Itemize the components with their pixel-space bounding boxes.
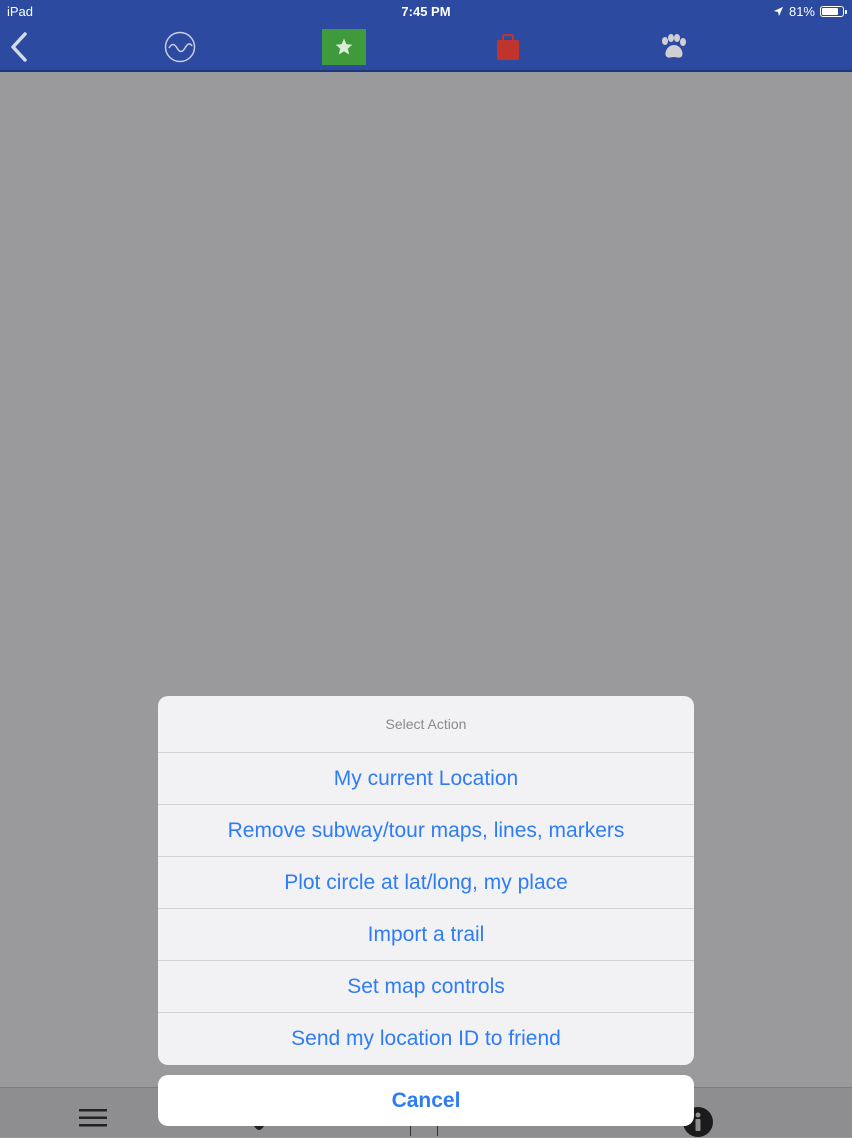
nav-bar (0, 24, 852, 72)
bag-icon (497, 34, 519, 60)
battery-percent: 81% (788, 4, 815, 19)
paw-tab-button[interactable] (654, 24, 690, 70)
battery-fill (822, 8, 838, 15)
wave-circle-icon (164, 31, 196, 63)
status-bar: iPad 7:45 PM 81% (0, 0, 852, 24)
favorites-tab-button[interactable] (322, 24, 366, 70)
action-remove-maps[interactable]: Remove subway/tour maps, lines, markers (158, 805, 694, 857)
bag-tab-button[interactable] (492, 24, 524, 70)
star-tab-highlight (322, 29, 366, 65)
action-sheet-title: Select Action (158, 696, 694, 753)
paw-icon (662, 34, 686, 58)
menu-icon[interactable] (78, 1108, 108, 1128)
action-sheet: Select Action My current Location Remove… (158, 696, 694, 1065)
action-my-current-location[interactable]: My current Location (158, 753, 694, 805)
back-button[interactable] (6, 24, 32, 70)
battery-icon (820, 6, 847, 17)
wave-tab-button[interactable] (160, 24, 200, 70)
action-import-trail[interactable]: Import a trail (158, 909, 694, 961)
status-right: 81% (773, 4, 847, 19)
back-chevron-icon (11, 32, 27, 62)
status-time: 7:45 PM (401, 4, 451, 19)
action-set-map-controls[interactable]: Set map controls (158, 961, 694, 1013)
action-send-location-id[interactable]: Send my location ID to friend (158, 1013, 694, 1065)
star-icon (335, 38, 353, 55)
action-plot-circle[interactable]: Plot circle at lat/long, my place (158, 857, 694, 909)
cancel-button[interactable]: Cancel (158, 1075, 694, 1126)
location-arrow-icon (773, 6, 784, 17)
